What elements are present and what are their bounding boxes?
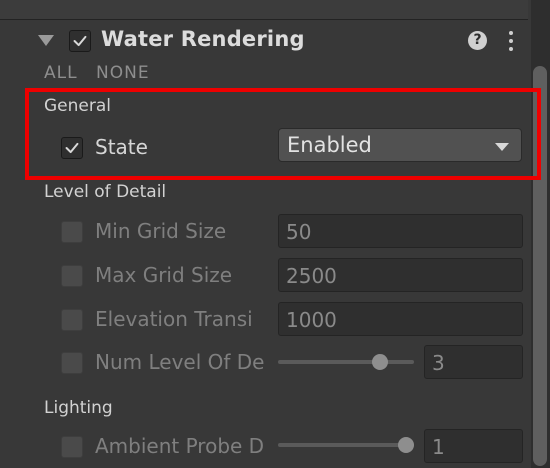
checkmark-icon: [73, 35, 87, 47]
section-header-lighting: Lighting: [44, 398, 113, 418]
help-icon[interactable]: ?: [468, 31, 487, 50]
max-grid-size-value: 2500: [286, 264, 337, 288]
ambient-probe-slider-track[interactable]: [278, 443, 414, 447]
elevation-transition-label: Elevation Transi: [95, 307, 253, 331]
ambient-probe-value: 1: [432, 435, 445, 459]
section-header-level-of-detail: Level of Detail: [44, 182, 167, 202]
ambient-probe-slider-knob[interactable]: [398, 437, 414, 453]
min-grid-size-value: 50: [286, 220, 312, 244]
foldout-arrow-icon[interactable]: [38, 35, 54, 46]
num-level-of-detail-label: Num Level Of De: [95, 350, 265, 374]
all-button[interactable]: ALL: [44, 63, 78, 83]
min-grid-size-override-checkbox[interactable]: [61, 221, 83, 243]
elevation-transition-value: 1000: [286, 308, 337, 332]
num-level-of-detail-field[interactable]: 3: [424, 345, 523, 379]
ambient-probe-field[interactable]: 1: [424, 429, 523, 463]
elevation-transition-override-checkbox[interactable]: [61, 309, 83, 331]
highlight-annotation: [25, 88, 541, 180]
component-enabled-checkbox[interactable]: [69, 30, 91, 52]
num-level-of-detail-slider-knob[interactable]: [371, 354, 388, 370]
num-level-of-detail-override-checkbox[interactable]: [61, 352, 83, 374]
ambient-probe-label: Ambient Probe D: [95, 434, 265, 458]
none-button[interactable]: NONE: [96, 63, 150, 83]
num-level-of-detail-slider-track[interactable]: [278, 360, 414, 364]
panel-top-edge: [0, 0, 528, 20]
ambient-probe-override-checkbox[interactable]: [61, 436, 83, 458]
vertical-ellipsis-icon[interactable]: [509, 31, 513, 55]
component-title: Water Rendering: [101, 27, 305, 51]
max-grid-size-label: Max Grid Size: [95, 263, 233, 287]
min-grid-size-field[interactable]: 50: [278, 214, 523, 248]
min-grid-size-label: Min Grid Size: [95, 219, 227, 243]
num-level-of-detail-value: 3: [432, 351, 445, 375]
max-grid-size-field[interactable]: 2500: [278, 258, 523, 292]
max-grid-size-override-checkbox[interactable]: [61, 265, 83, 287]
elevation-transition-field[interactable]: 1000: [278, 302, 523, 336]
